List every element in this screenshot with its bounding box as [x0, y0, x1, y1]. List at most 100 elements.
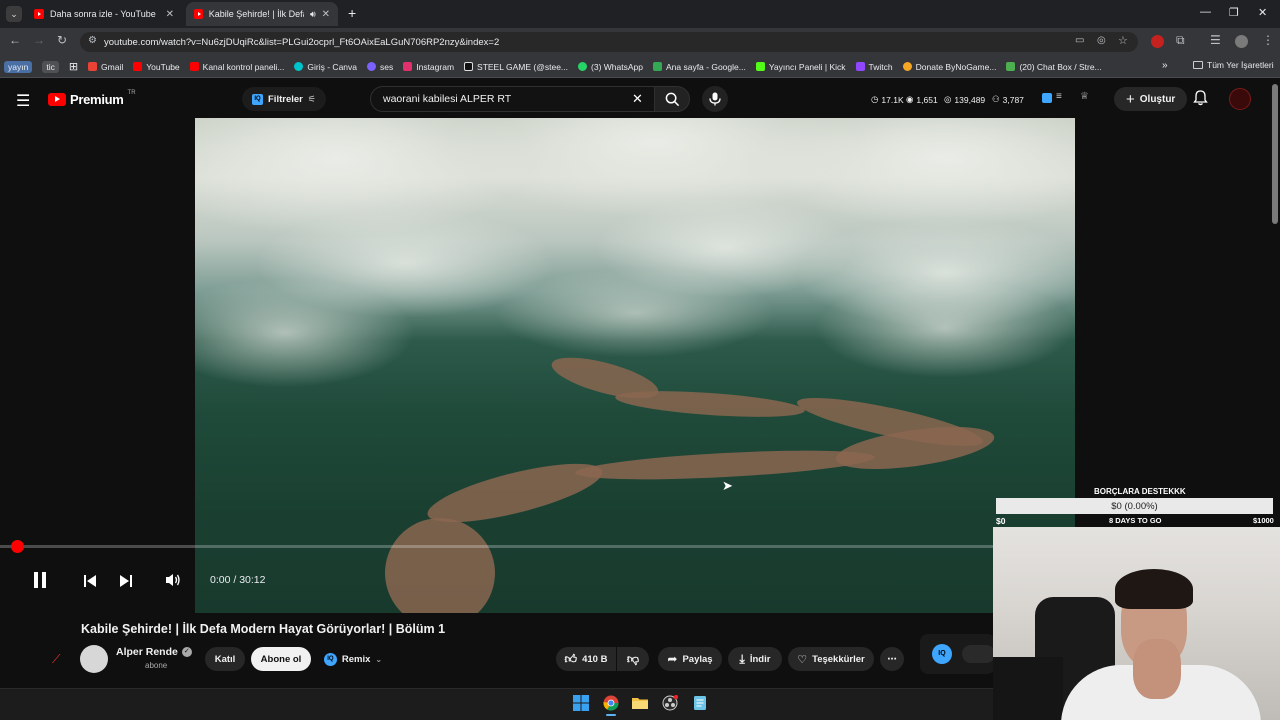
next-icon[interactable]: [119, 574, 133, 592]
iq-extension-icon[interactable]: IQ: [932, 644, 952, 664]
like-button[interactable]: 👍︎ 410 B: [556, 647, 616, 671]
notifications-bell-icon[interactable]: [1193, 90, 1208, 111]
reload-icon[interactable]: ↻: [57, 33, 67, 47]
youtube-icon: [133, 62, 143, 71]
bookmark-kick[interactable]: Yayıncı Paneli | Kick: [755, 62, 846, 72]
file-explorer-icon[interactable]: [632, 695, 648, 711]
bookmark-canva[interactable]: Giriş - Canva: [294, 62, 357, 72]
os-taskbar: [0, 688, 993, 720]
gmail-icon: [88, 62, 98, 71]
extensions-puzzle-icon[interactable]: ⧉: [1176, 33, 1185, 48]
minimize-window-icon[interactable]: —: [1200, 6, 1211, 18]
bookmark-tiktok[interactable]: STEEL GAME (@stee...: [464, 62, 568, 72]
bookmark-youtube[interactable]: YouTube: [133, 62, 180, 72]
search-icon: [665, 92, 679, 106]
dislike-button[interactable]: 👎︎: [617, 647, 649, 671]
iq-extension-icon[interactable]: [1042, 93, 1052, 103]
iq-toggle[interactable]: [962, 645, 995, 663]
eye-off-icon[interactable]: ◎: [1097, 35, 1106, 46]
restore-window-icon[interactable]: ❐: [1229, 6, 1239, 19]
progress-scrubber[interactable]: [11, 540, 24, 553]
previous-icon[interactable]: [83, 574, 97, 592]
close-window-icon[interactable]: ✕: [1258, 6, 1267, 19]
url-text: youtube.com/watch?v=Nu6zjDUqiRc&list=PLG…: [104, 36, 500, 48]
all-bookmarks[interactable]: Tüm Yer İşaretleri: [1193, 60, 1274, 70]
instagram-icon: [403, 62, 413, 71]
channel-name[interactable]: Alper Rende ✓: [116, 646, 192, 658]
video-cloud: [815, 278, 1075, 378]
sort-icon[interactable]: ≡: [1056, 91, 1062, 102]
iq-extension-icon: IQ: [252, 93, 263, 105]
google-drive-icon: [652, 62, 662, 71]
voice-search-button[interactable]: [702, 86, 728, 112]
filters-button[interactable]: IQ Filtreler ⚟: [242, 87, 326, 111]
channel-avatar[interactable]: [80, 645, 108, 673]
bookmark-twitch[interactable]: Twitch: [855, 61, 893, 72]
windows-start-icon[interactable]: [573, 695, 589, 711]
search-button[interactable]: [654, 86, 690, 112]
bookmark-bynogame[interactable]: Donate ByNoGame...: [902, 62, 996, 72]
new-tab-icon[interactable]: +: [348, 5, 356, 21]
youtube-logo-icon: [48, 93, 66, 106]
video-frame[interactable]: ➤: [195, 118, 1075, 613]
progress-bar[interactable]: [0, 545, 995, 548]
cast-icon[interactable]: ▭: [1075, 35, 1084, 46]
mouse-cursor-icon: ➤: [722, 478, 733, 493]
chevron-down-icon: ⌄: [375, 654, 383, 664]
create-button[interactable]: + Oluştur: [1114, 87, 1188, 111]
bookmark-whatsapp[interactable]: (3) WhatsApp: [578, 62, 643, 72]
forward-icon[interactable]: →: [33, 33, 45, 47]
pause-icon[interactable]: [32, 571, 48, 594]
audio-playing-icon[interactable]: 🔊︎: [310, 9, 316, 20]
bookmark-gmail[interactable]: Gmail: [88, 62, 123, 72]
youtube-premium-logo[interactable]: Premium TR: [48, 90, 136, 107]
subscribe-button[interactable]: Abone ol: [251, 647, 311, 671]
remix-button[interactable]: IQ Remix ⌄: [318, 647, 388, 671]
tab-active-video[interactable]: Kabile Şehirde! | İlk Defa M 🔊︎ ✕: [186, 2, 338, 26]
profile-avatar-icon[interactable]: [1235, 35, 1248, 48]
apps-grid-icon[interactable]: ⊞: [69, 60, 78, 73]
browser-menu-icon[interactable]: ⋮: [1262, 33, 1274, 47]
bookmark-google-drive[interactable]: Ana sayfa - Google...: [652, 62, 746, 72]
trophy-icon[interactable]: ♕: [1080, 91, 1089, 102]
ses-icon: [367, 62, 376, 71]
bookmark-kanal[interactable]: Kanal kontrol paneli...: [189, 62, 284, 72]
join-button[interactable]: Katıl: [205, 647, 245, 671]
more-bookmarks-icon[interactable]: »: [1162, 60, 1168, 71]
site-info-icon[interactable]: ⚙: [88, 35, 97, 46]
stat-value: 1,651: [916, 94, 938, 105]
iq-extension-icon: IQ: [323, 652, 337, 666]
bookmark-label: Twitch: [868, 61, 893, 72]
bookmark-ses[interactable]: ses: [367, 62, 393, 72]
stat-value: 139,489: [954, 94, 986, 105]
more-actions-button[interactable]: ⋯: [880, 647, 904, 671]
bookmark-instagram[interactable]: Instagram: [403, 62, 454, 72]
bookmark-chatbox[interactable]: (20) Chat Box / Stre...: [1006, 62, 1102, 72]
bookmark-star-icon[interactable]: ☆: [1118, 34, 1128, 47]
close-tab-icon[interactable]: ✕: [322, 9, 330, 20]
thanks-button[interactable]: ♡ Teşekkürler: [788, 647, 874, 671]
video-title: Kabile Şehirde! | İlk Defa Modern Hayat …: [81, 622, 446, 636]
close-tab-icon[interactable]: ✕: [166, 9, 174, 20]
tab-watch-later[interactable]: Daha sonra izle - YouTube ✕: [26, 2, 182, 26]
page-scrollbar[interactable]: [1272, 84, 1278, 224]
bookmark-yayin[interactable]: yayın: [4, 60, 33, 73]
media-queue-icon[interactable]: ☰: [1210, 33, 1221, 47]
notepad-icon[interactable]: [692, 695, 708, 711]
tab-search-chevron-icon[interactable]: ⌄: [6, 6, 22, 22]
download-icon: ⤓: [739, 651, 745, 666]
clear-search-icon[interactable]: ✕: [632, 91, 643, 107]
obs-recording-icon[interactable]: [662, 694, 679, 711]
hamburger-menu-icon[interactable]: ☰: [16, 91, 30, 111]
account-avatar[interactable]: [1229, 88, 1251, 110]
search-input[interactable]: waorani kabilesi ALPER RT ✕: [370, 86, 655, 112]
extension-badge-icon[interactable]: [1151, 35, 1164, 48]
download-button[interactable]: ⤓ İndir: [728, 647, 782, 671]
back-icon[interactable]: ←: [9, 33, 21, 47]
bookmark-tic[interactable]: tic: [42, 60, 59, 73]
chrome-taskbar-icon[interactable]: [603, 695, 619, 711]
volume-icon[interactable]: [165, 573, 181, 592]
share-button[interactable]: ➦ Paylaş: [658, 647, 722, 671]
address-bar[interactable]: ⚙ youtube.com/watch?v=Nu6zjDUqiRc&list=P…: [80, 32, 1138, 52]
donation-amount: $0 (0.00%): [1111, 500, 1158, 512]
